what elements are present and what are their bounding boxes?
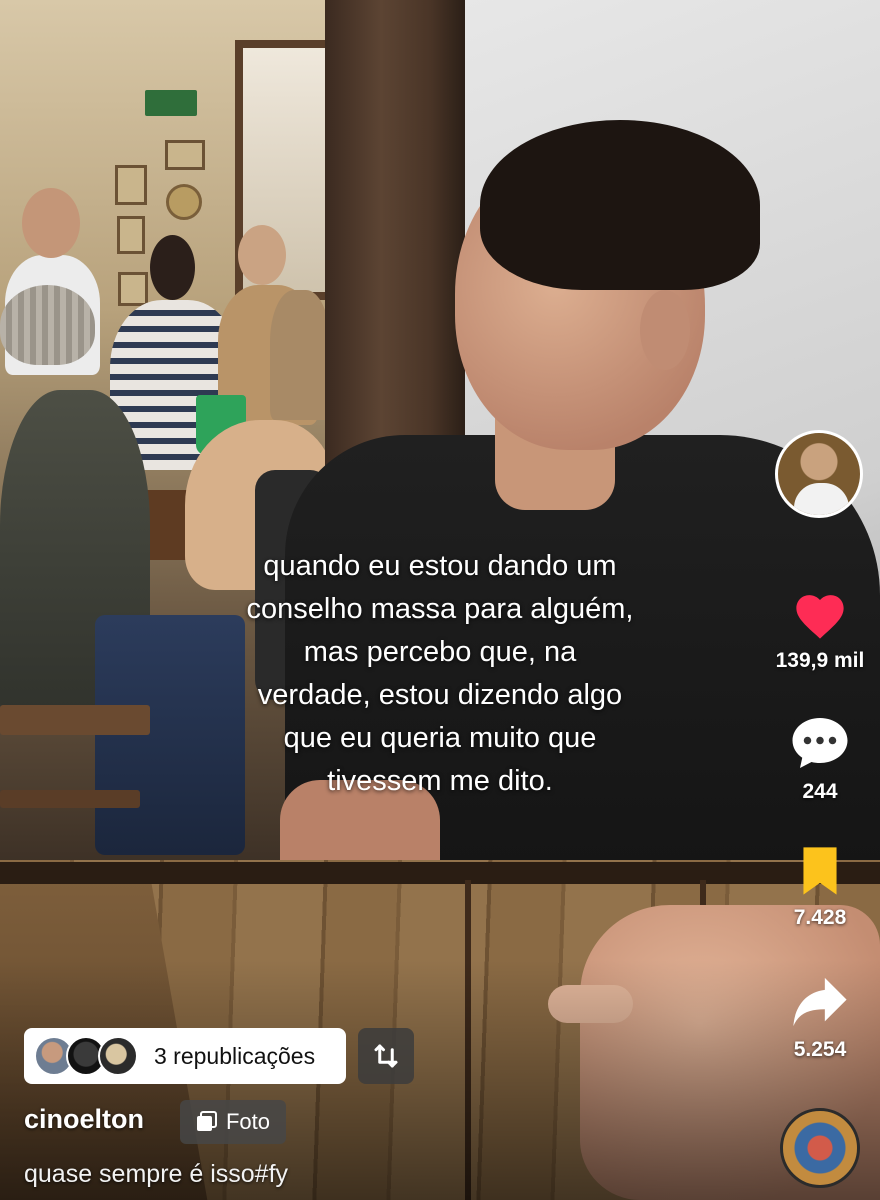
save-count: 7.428 — [793, 906, 847, 929]
photo-badge: Foto — [180, 1100, 286, 1144]
heart-icon — [796, 595, 844, 639]
author-avatar[interactable] — [775, 430, 863, 518]
post-description[interactable]: quase sempre é isso#fy — [24, 1160, 288, 1189]
like-count: 139,9 mil — [775, 649, 865, 672]
caption-line: tivessem me dito. — [327, 765, 553, 797]
post-caption: quando eu estou dando um conselho massa … — [190, 545, 690, 803]
caption-line: mas percebo que, na — [303, 636, 577, 668]
caption-line: quando eu estou dando um — [263, 550, 617, 582]
like-button[interactable]: 139,9 mil — [765, 588, 875, 673]
man-hair — [480, 120, 760, 290]
caption-line: verdade, estou dizendo algo — [257, 679, 623, 711]
share-icon — [793, 977, 847, 1027]
repost-icon — [374, 1044, 398, 1068]
exit-sign — [145, 90, 197, 116]
music-disc[interactable] — [780, 1108, 860, 1188]
comment-count: 244 — [802, 780, 838, 803]
table-gap — [0, 862, 880, 884]
wooden-chair — [0, 790, 140, 808]
wall-frame — [117, 216, 145, 254]
wooden-chair — [0, 705, 150, 735]
caption-line: conselho massa para alguém, — [246, 593, 634, 625]
save-button[interactable]: 7.428 — [765, 845, 875, 930]
republish-pill[interactable]: 3 republicações — [24, 1028, 346, 1084]
share-button[interactable]: 5.254 — [765, 975, 875, 1062]
knit-hat — [0, 285, 95, 365]
wall-frame — [118, 272, 148, 306]
comment-icon — [792, 718, 848, 768]
post-viewer: quando eu estou dando um conselho massa … — [0, 0, 880, 1200]
caption-line: que eu queria muito que — [283, 722, 597, 754]
comment-button[interactable]: 244 — [765, 715, 875, 804]
avatar — [98, 1036, 138, 1076]
man-ear — [640, 290, 690, 370]
wall-plate — [166, 184, 202, 220]
wall-frame — [115, 165, 147, 205]
republisher-avatars — [34, 1036, 154, 1076]
share-count: 5.254 — [793, 1038, 847, 1061]
republish-label: 3 republicações — [154, 1042, 316, 1069]
bookmark-icon — [803, 847, 837, 895]
photo-icon — [196, 1111, 217, 1131]
person-background-head — [22, 188, 80, 258]
repost-button[interactable] — [358, 1028, 414, 1084]
photo-badge-label: Foto — [225, 1109, 271, 1134]
person-background-head — [238, 225, 286, 285]
wall-frame — [165, 140, 205, 170]
person-background — [270, 290, 330, 420]
author-username[interactable]: cinoelton — [24, 1104, 144, 1135]
person-background-head — [150, 235, 195, 300]
